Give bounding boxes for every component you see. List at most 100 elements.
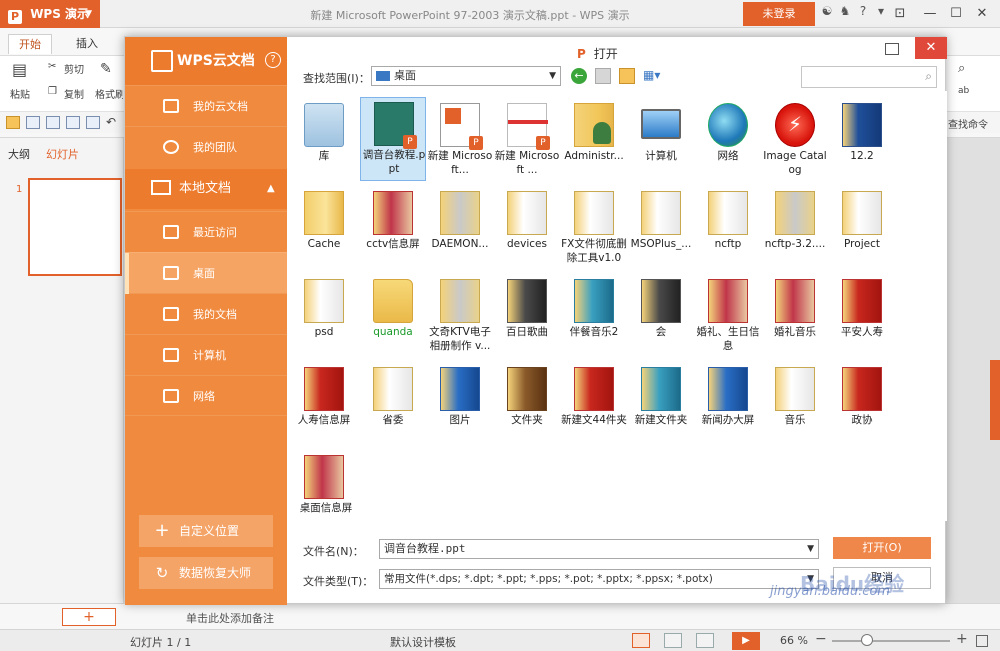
cut-icon[interactable]: ✂ bbox=[48, 61, 56, 72]
list-item[interactable]: 文奇KTV电子相册制作 v... bbox=[427, 275, 493, 359]
filetype-select[interactable]: 常用文件(*.dps; *.dpt; *.ppt; *.pps; *.pot; … bbox=[379, 569, 819, 589]
filename-input[interactable]: 调音台教程.ppt ▼ bbox=[379, 539, 819, 559]
print-icon[interactable] bbox=[66, 116, 80, 129]
list-item[interactable]: 音乐 bbox=[762, 363, 828, 447]
zoom-slider[interactable] bbox=[832, 640, 950, 642]
sidebar-item-computer[interactable]: 计算机 bbox=[125, 334, 287, 375]
list-item[interactable]: 桌面信息屏 bbox=[291, 451, 361, 535]
lookin-select[interactable]: 桌面 ▼ bbox=[371, 66, 561, 86]
sidebar-item-recent[interactable]: 最近访问 bbox=[125, 211, 287, 252]
sorter-view-icon[interactable] bbox=[664, 633, 682, 648]
add-slide-button[interactable]: + bbox=[62, 608, 116, 626]
list-item[interactable]: 图片 bbox=[427, 363, 493, 447]
list-item[interactable]: 平安人寿 bbox=[829, 275, 895, 359]
fit-window-icon[interactable] bbox=[976, 635, 988, 647]
normal-view-icon[interactable] bbox=[632, 633, 650, 648]
open-folder-icon[interactable] bbox=[6, 116, 20, 129]
slide-thumbnail[interactable] bbox=[28, 178, 122, 276]
custom-location-button[interactable]: + 自定义位置 bbox=[139, 515, 273, 547]
list-item[interactable]: 政协 bbox=[829, 363, 895, 447]
list-item[interactable]: 会 bbox=[628, 275, 694, 359]
list-item[interactable]: 网络 bbox=[695, 99, 761, 183]
list-item[interactable]: 新建文44件夹 bbox=[561, 363, 627, 447]
view-menu-icon[interactable]: ▦▾ bbox=[643, 68, 665, 84]
app-menu-button[interactable]: P WPS 演示 ▼ bbox=[0, 0, 100, 28]
list-item[interactable]: Cache bbox=[291, 187, 357, 271]
minimize-icon[interactable]: — bbox=[918, 3, 942, 25]
list-item[interactable]: 计算机 bbox=[628, 99, 694, 183]
copy-button[interactable]: 复制 bbox=[64, 86, 84, 101]
side-panel-handle[interactable] bbox=[990, 360, 1000, 440]
list-item[interactable]: ncftp bbox=[695, 187, 761, 271]
play-icon[interactable]: ▶ bbox=[732, 632, 760, 650]
sidebar-item-my-team[interactable]: 我的团队 bbox=[125, 126, 287, 167]
help-icon[interactable]: ? bbox=[854, 4, 872, 18]
open-button[interactable]: 打开(O) bbox=[833, 537, 931, 559]
list-item[interactable]: ncftp-3.2.... bbox=[762, 187, 828, 271]
list-item[interactable]: 伴餐音乐2 bbox=[561, 275, 627, 359]
maximize-icon[interactable]: ☐ bbox=[944, 3, 968, 25]
paste-icon[interactable]: ▤ bbox=[12, 60, 27, 79]
list-item[interactable]: 新闻办大屏 bbox=[695, 363, 761, 447]
skin-icon[interactable]: ☯ bbox=[818, 4, 836, 18]
list-item[interactable]: FX文件彻底删除工具v1.0 bbox=[561, 187, 627, 271]
close-icon[interactable]: ✕ bbox=[970, 3, 994, 25]
export-icon[interactable] bbox=[86, 116, 100, 129]
list-item[interactable]: MSOPlus_... bbox=[628, 187, 694, 271]
list-item[interactable]: 新建 Microsoft ... bbox=[494, 99, 560, 183]
list-item[interactable]: 婚礼、生日信息 bbox=[695, 275, 761, 359]
up-folder-icon[interactable] bbox=[595, 68, 611, 84]
zoom-level[interactable]: 66 % bbox=[780, 634, 808, 647]
list-item[interactable]: 婚礼音乐 bbox=[762, 275, 828, 359]
search-icon[interactable]: ⌕ bbox=[958, 61, 965, 76]
close-icon[interactable]: ✕ bbox=[915, 37, 947, 59]
list-item[interactable]: devices bbox=[494, 187, 560, 271]
chevron-up-icon[interactable]: ▲ bbox=[267, 169, 275, 209]
zoom-slider-knob[interactable] bbox=[861, 634, 874, 646]
list-item[interactable]: psd bbox=[291, 275, 357, 359]
restore-icon[interactable]: ⊡ bbox=[888, 3, 912, 25]
list-item[interactable]: 12.2 bbox=[829, 99, 895, 183]
back-icon[interactable]: ← bbox=[571, 68, 587, 84]
zoom-in-icon[interactable]: + bbox=[956, 631, 968, 647]
format-painter-icon[interactable]: ✎ bbox=[100, 61, 112, 77]
list-item[interactable]: Administr... bbox=[561, 99, 627, 183]
sidebar-item-my-cloud[interactable]: 我的云文档 bbox=[125, 85, 287, 126]
zoom-out-icon[interactable]: − bbox=[815, 631, 827, 647]
list-item[interactable]: 百日歌曲 bbox=[494, 275, 560, 359]
list-item[interactable]: 文件夹 bbox=[494, 363, 560, 447]
list-item[interactable]: DAEMON... bbox=[427, 187, 493, 271]
cut-button[interactable]: 剪切 bbox=[64, 61, 84, 76]
list-item[interactable]: cctv信息屏 bbox=[360, 187, 426, 271]
undo-icon[interactable]: ↶ bbox=[106, 115, 116, 129]
paste-button[interactable]: 粘贴 bbox=[10, 86, 30, 101]
notes-placeholder[interactable]: 单击此处添加备注 bbox=[186, 610, 274, 626]
format-painter-button[interactable]: 格式刷 bbox=[95, 86, 123, 101]
list-item[interactable]: Project bbox=[829, 187, 895, 271]
tab-insert[interactable]: 插入 bbox=[66, 34, 108, 54]
new-folder-icon[interactable] bbox=[619, 68, 635, 84]
list-item[interactable]: 库 bbox=[291, 99, 357, 183]
tab-slides[interactable]: 幻灯片 bbox=[46, 146, 79, 162]
replace-icon[interactable]: ab bbox=[958, 86, 969, 96]
find-command[interactable]: 查找命令 bbox=[948, 116, 988, 131]
shirt-icon[interactable]: ♞ bbox=[836, 4, 854, 18]
local-header[interactable]: 本地文档 ▲ bbox=[125, 169, 287, 209]
help-icon[interactable]: ? bbox=[265, 52, 281, 68]
save-icon[interactable] bbox=[26, 116, 40, 129]
list-item[interactable]: Image Catalog bbox=[762, 99, 828, 183]
print-preview-icon[interactable] bbox=[46, 116, 60, 129]
sidebar-item-network[interactable]: 网络 bbox=[125, 375, 287, 416]
tab-home[interactable]: 开始 bbox=[8, 34, 52, 54]
reading-view-icon[interactable] bbox=[696, 633, 714, 648]
copy-icon[interactable]: ❐ bbox=[48, 86, 57, 97]
sidebar-item-documents[interactable]: 我的文档 bbox=[125, 293, 287, 334]
list-item[interactable]: 省委 bbox=[360, 363, 426, 447]
data-recovery-button[interactable]: ↻ 数据恢复大师 bbox=[139, 557, 273, 589]
list-item-selected[interactable]: 调音台教程.ppt bbox=[360, 97, 426, 181]
search-input[interactable]: ⌕ bbox=[801, 66, 937, 88]
list-item[interactable]: 新建文件夹 bbox=[628, 363, 694, 447]
list-item[interactable]: quanda bbox=[360, 275, 426, 359]
maximize-icon[interactable] bbox=[885, 43, 899, 55]
list-item[interactable]: 人寿信息屏 bbox=[291, 363, 357, 447]
